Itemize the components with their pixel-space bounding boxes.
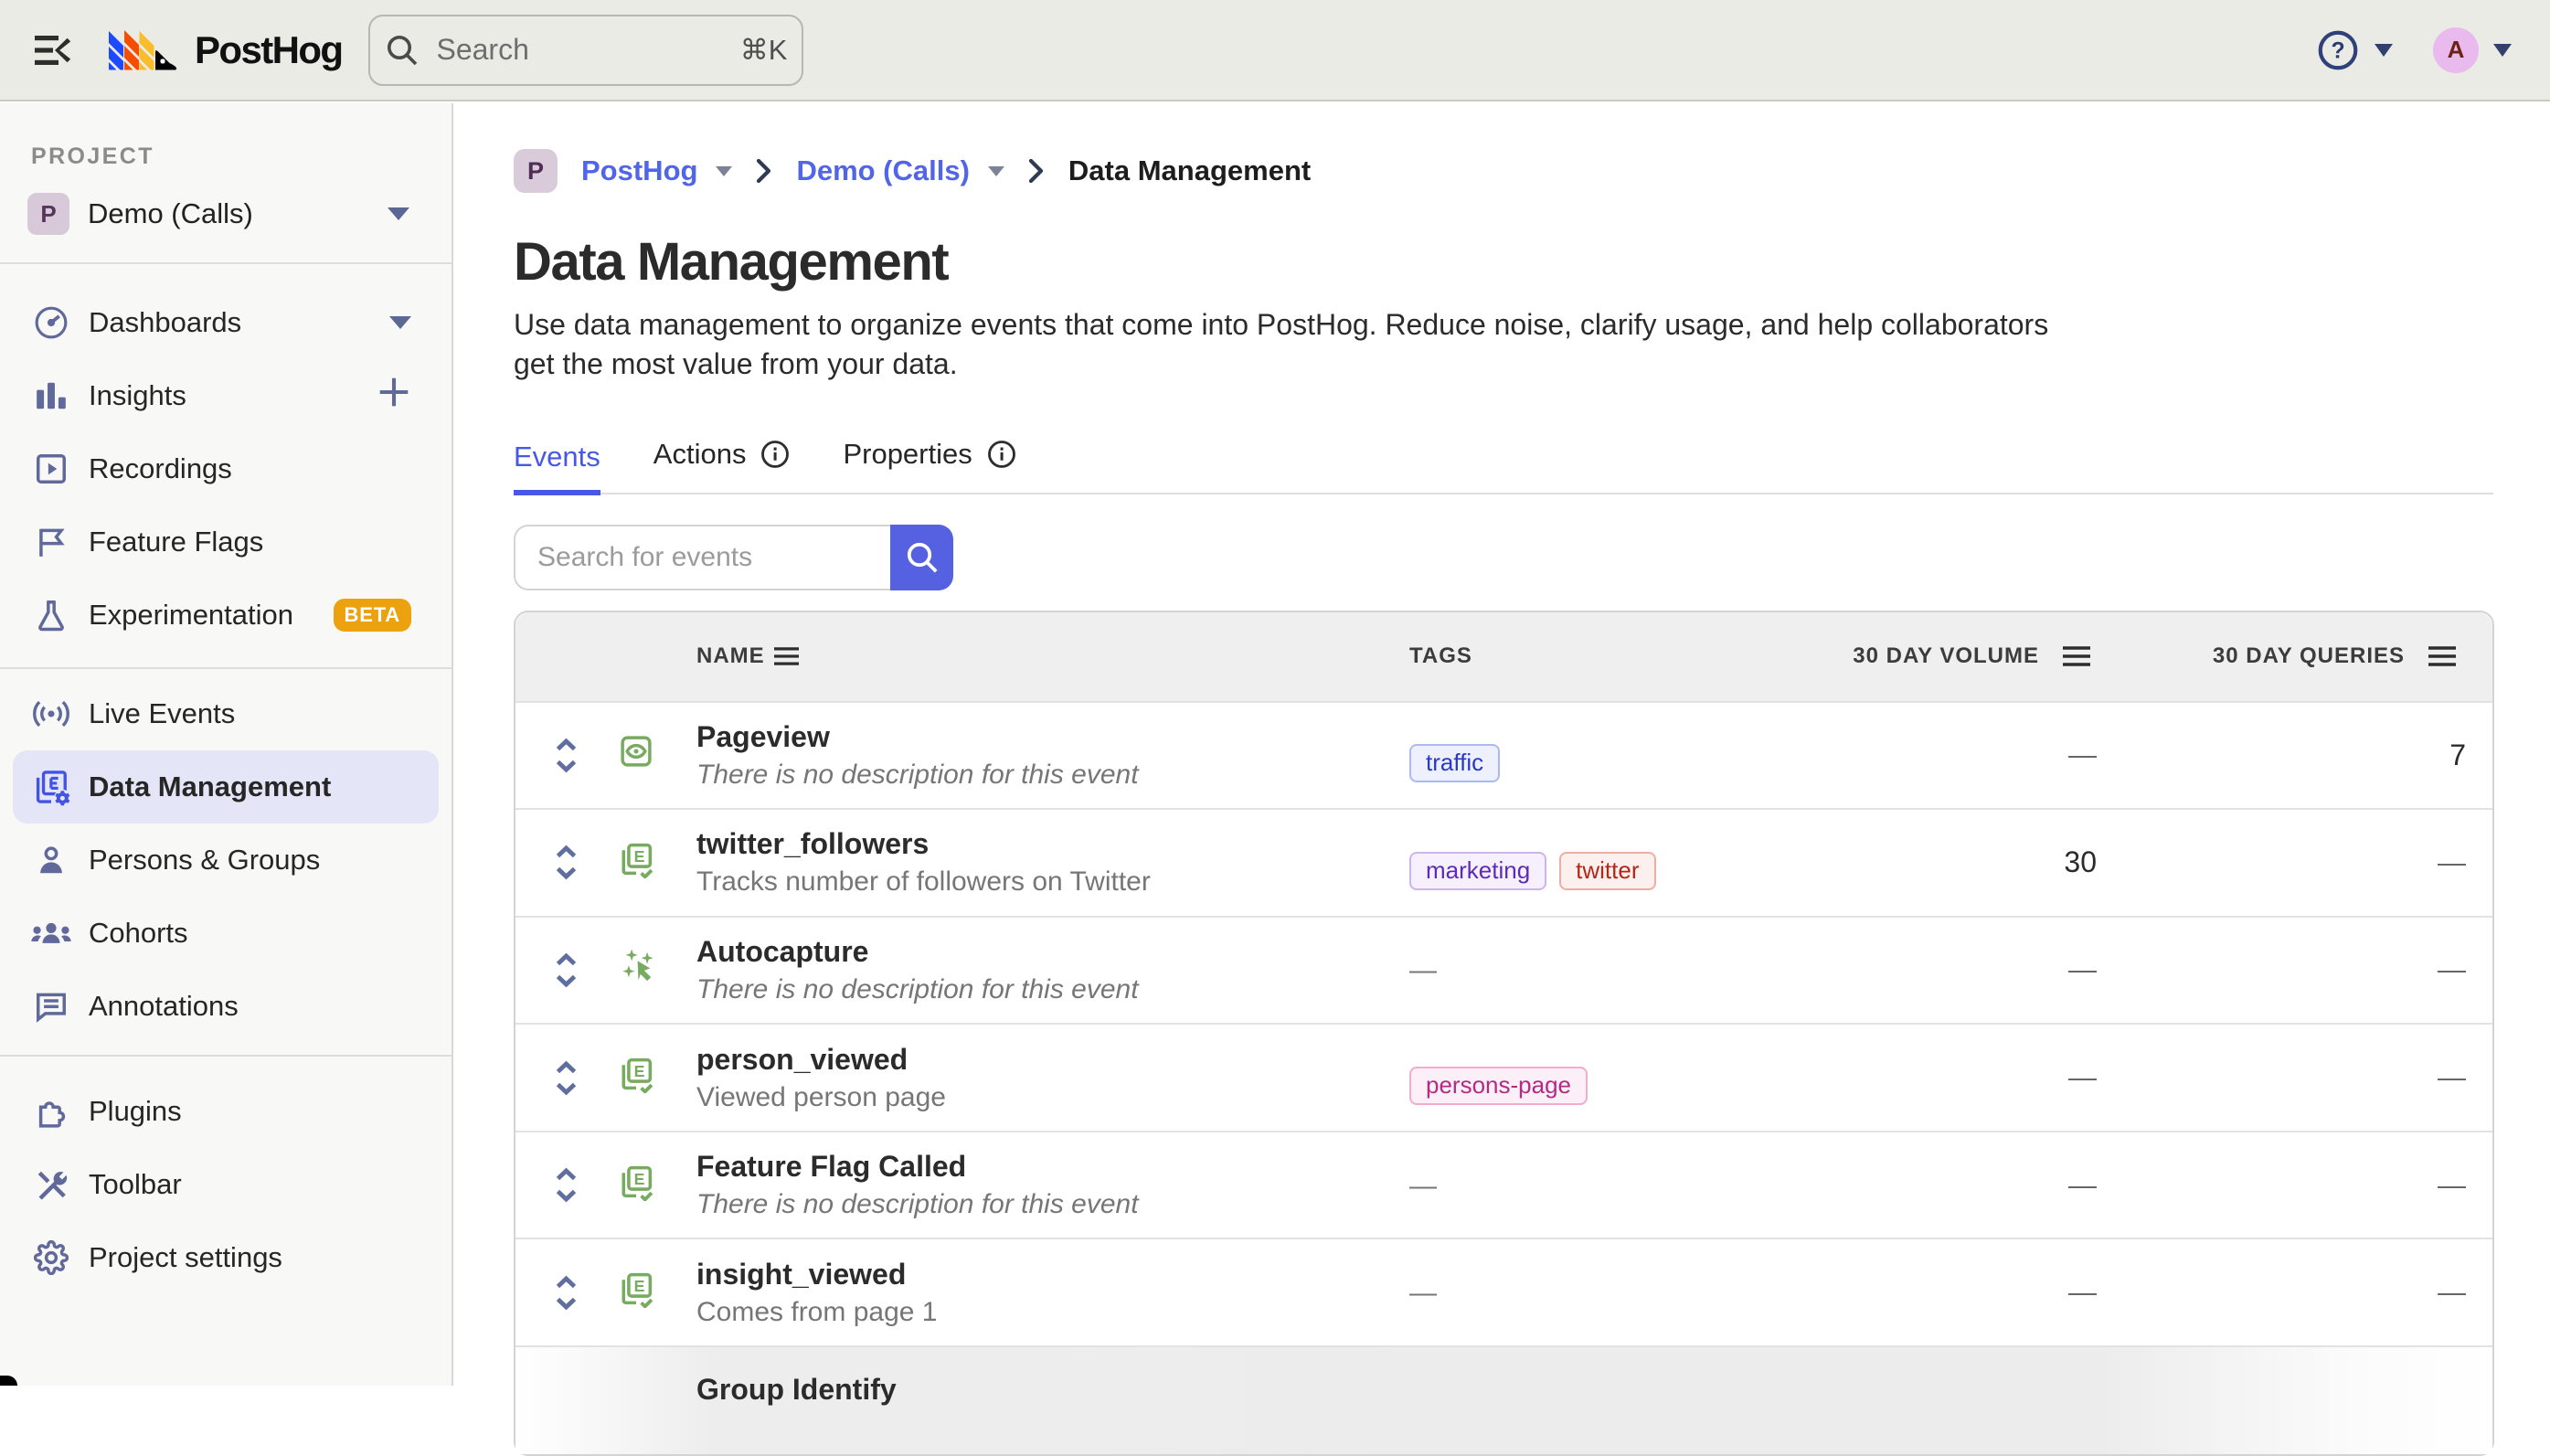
svg-text:?: ? — [2331, 38, 2344, 63]
svg-text:E: E — [634, 1277, 645, 1295]
svg-text:E: E — [634, 847, 645, 866]
svg-text:E: E — [634, 1062, 645, 1080]
svg-text:E: E — [634, 1170, 645, 1188]
